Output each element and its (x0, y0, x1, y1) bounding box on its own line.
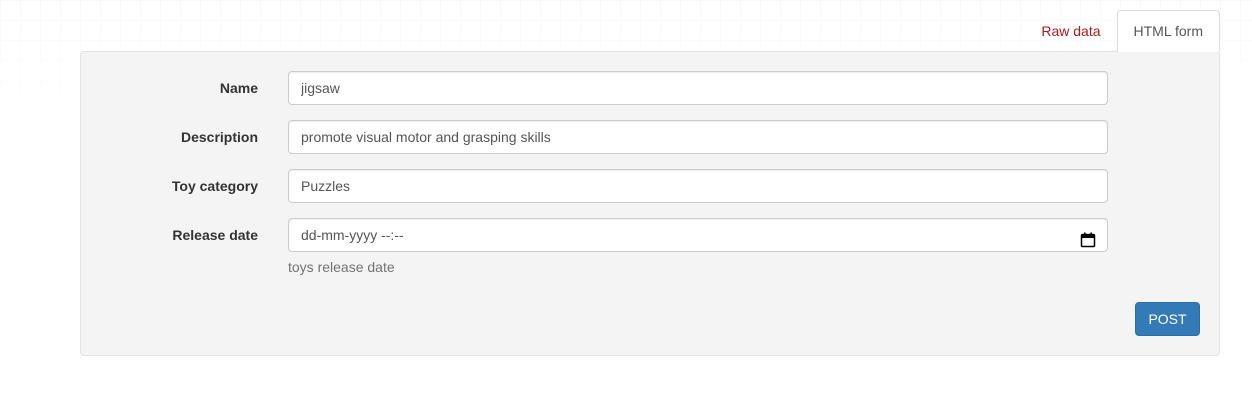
name-row: Name (81, 71, 1219, 105)
tab-html-form[interactable]: HTML form (1116, 10, 1220, 52)
name-label: Name (219, 80, 258, 96)
description-input[interactable] (288, 120, 1108, 154)
toy-category-label: Toy category (171, 178, 258, 194)
post-button[interactable]: POST (1135, 302, 1200, 336)
release-date-help-text: toys release date (288, 259, 395, 275)
description-label: Description (180, 129, 258, 145)
toy-category-row: Toy category (81, 169, 1219, 203)
release-date-row: Release date dd-mm-yyyy --:-- (81, 218, 1219, 252)
description-row: Description (81, 120, 1219, 154)
format-tabs: Raw data HTML form (1025, 10, 1220, 52)
calendar-icon[interactable] (1080, 227, 1096, 248)
name-input[interactable] (288, 71, 1108, 105)
toy-category-input[interactable] (288, 169, 1108, 203)
tab-raw-data[interactable]: Raw data (1025, 11, 1116, 52)
release-date-input[interactable]: dd-mm-yyyy --:-- (288, 218, 1108, 252)
release-date-value: dd-mm-yyyy --:-- (301, 227, 404, 243)
html-form-panel: Name Description Toy category Release da… (80, 51, 1220, 356)
release-date-label: Release date (172, 227, 258, 243)
